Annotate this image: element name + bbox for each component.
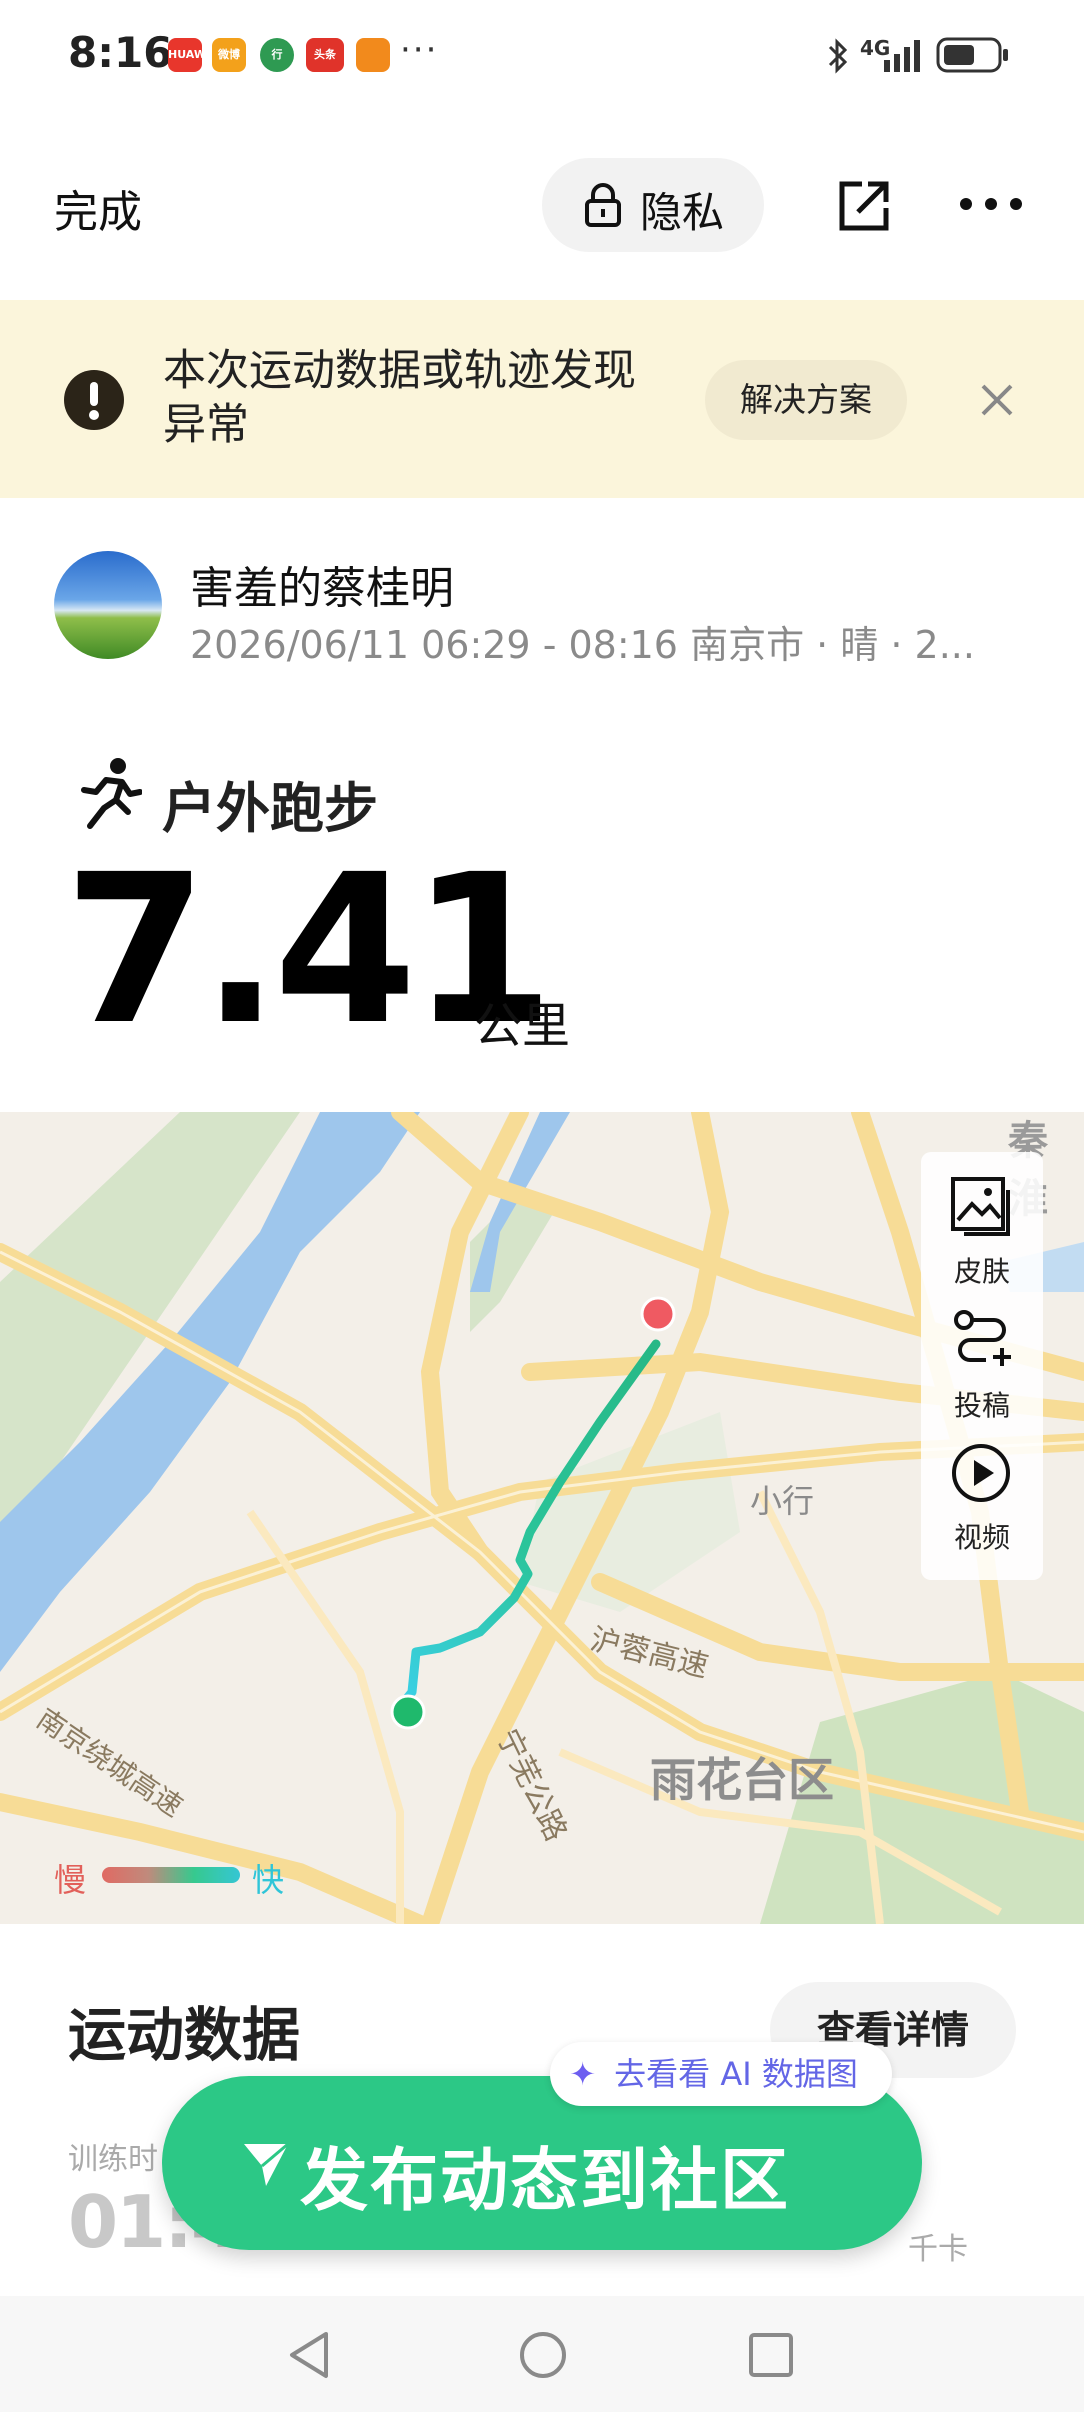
ai-data-chart-chip[interactable]: ✦ 去看看 AI 数据图	[550, 2042, 892, 2106]
signal-icon	[884, 40, 920, 72]
warning-icon	[64, 370, 124, 430]
sparkle-icon: ✦	[569, 2055, 596, 2093]
publish-label: 发布动态到社区	[300, 2142, 791, 2221]
privacy-label: 隐私	[640, 188, 725, 237]
done-button[interactable]: 完成	[54, 176, 142, 240]
orange-app-icon	[356, 38, 390, 72]
toutiao-app-icon: 头条	[306, 38, 344, 72]
training-time-label: 训练时	[68, 2142, 158, 2177]
activity-meta: 2026/06/11 06:29 - 08:16 南京市 · 晴 · 2...	[190, 623, 975, 667]
map-label-xiaoxing: 小行	[750, 1482, 815, 1520]
home-icon[interactable]	[518, 2330, 568, 2380]
skin-label: 皮肤	[953, 1255, 1010, 1288]
share-icon[interactable]	[836, 178, 892, 234]
kcal-unit: 千卡	[908, 2232, 968, 2267]
close-icon[interactable]	[980, 383, 1014, 417]
bluetooth-icon	[828, 38, 848, 74]
lock-icon	[585, 183, 621, 227]
pace-legend-bar	[102, 1867, 240, 1883]
solution-button[interactable]: 解决方案	[705, 360, 907, 440]
video-label: 视频	[953, 1521, 1010, 1554]
bank-app-icon: 行	[260, 38, 294, 72]
route-start-marker	[390, 1694, 426, 1730]
huawei-app-icon: HUAWEI	[168, 38, 202, 72]
skin-icon[interactable]	[950, 1176, 1014, 1238]
recents-icon[interactable]	[748, 2332, 794, 2378]
avatar[interactable]	[54, 551, 162, 659]
section-title: 运动数据	[68, 2001, 301, 2069]
play-video-icon[interactable]	[950, 1442, 1012, 1504]
submit-label: 投稿	[953, 1389, 1010, 1422]
legend-fast: 快	[252, 1861, 285, 1899]
ai-chip-label: 去看看 AI 数据图	[614, 2055, 858, 2093]
map-label-yuhuatai: 雨花台区	[650, 1753, 834, 1807]
more-options-icon[interactable]	[958, 196, 1024, 212]
back-icon[interactable]	[286, 2330, 334, 2380]
legend-slow: 慢	[54, 1861, 87, 1899]
running-icon	[81, 758, 142, 829]
user-name: 害羞的蔡桂明	[190, 563, 454, 614]
battery-icon	[936, 37, 1008, 73]
weibo-app-icon: 微博	[212, 38, 246, 72]
distance-unit: 公里	[474, 998, 571, 1054]
more-notifications: ···	[400, 30, 439, 70]
route-end-marker	[640, 1296, 676, 1332]
status-bar: 8:16 HUAWEI 微博 行 头条 ··· 4G	[0, 0, 1084, 110]
status-time: 8:16	[68, 28, 173, 77]
submit-route-icon[interactable]	[952, 1308, 1012, 1368]
banner-message: 本次运动数据或轨迹发现异常	[163, 346, 636, 450]
send-icon	[244, 2142, 289, 2186]
